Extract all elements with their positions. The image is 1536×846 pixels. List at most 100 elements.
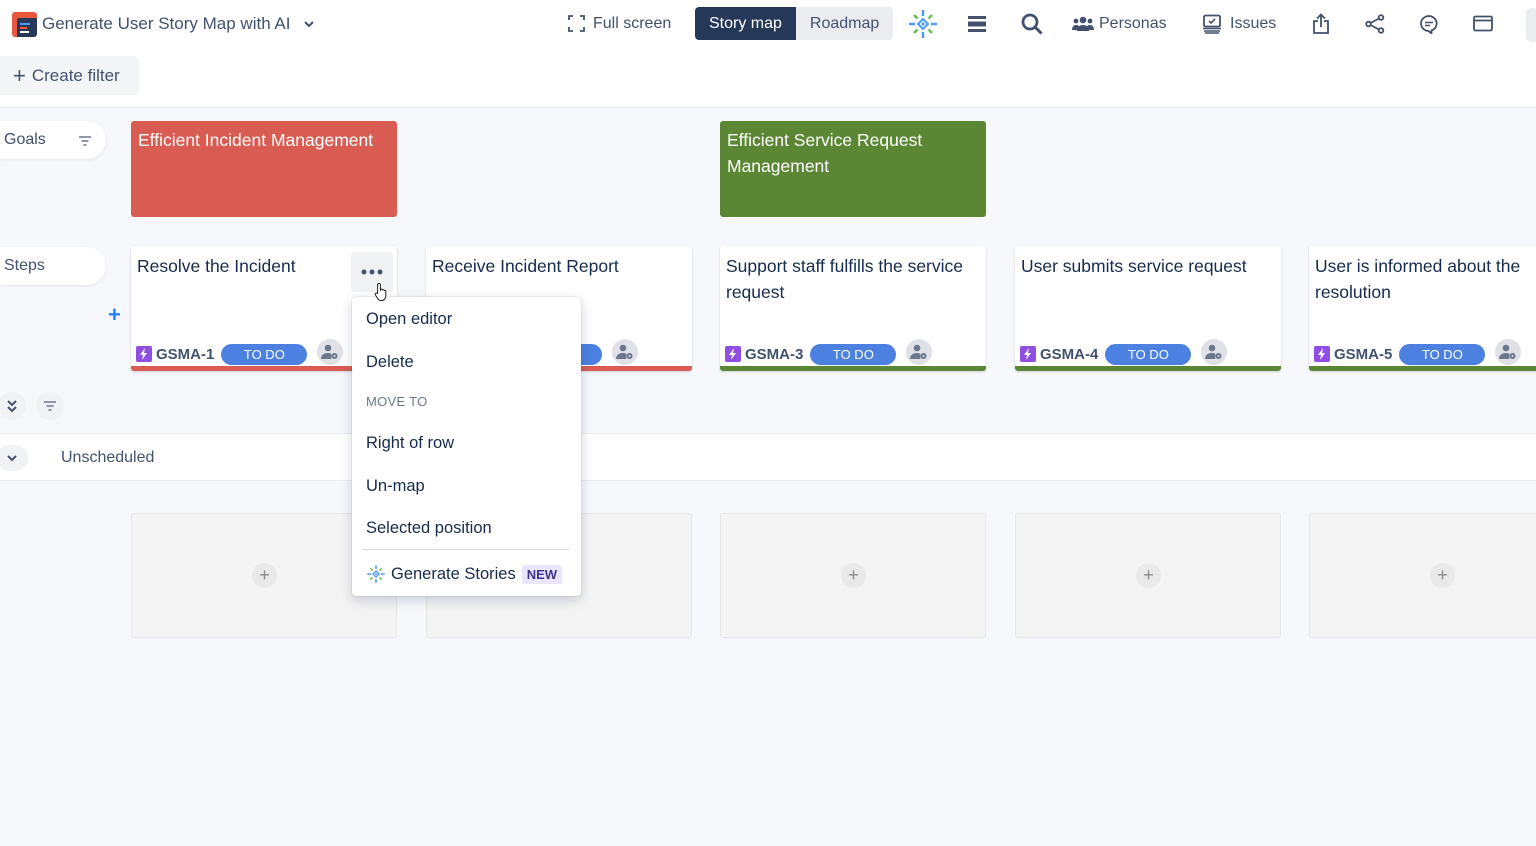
panel-button[interactable] bbox=[1473, 7, 1493, 40]
issue-key[interactable]: GSMA-3 bbox=[745, 346, 803, 363]
step-card[interactable]: User submits service request GSMA-4 TO D… bbox=[1015, 246, 1281, 371]
menu-divider bbox=[362, 549, 569, 550]
goal-title: Efficient Incident Management bbox=[138, 130, 374, 150]
view-switcher: Story map Roadmap bbox=[695, 7, 894, 40]
window-icon bbox=[1473, 15, 1493, 32]
fullscreen-label: Full screen bbox=[593, 14, 672, 32]
goal-color-bar bbox=[1015, 366, 1281, 371]
search-button[interactable] bbox=[1020, 7, 1044, 40]
user-settings-icon bbox=[910, 344, 927, 359]
add-step-button[interactable]: + bbox=[108, 303, 121, 327]
menu-item-generate-stories[interactable]: Generate Stories NEW bbox=[366, 564, 563, 584]
menu-item-unmap[interactable]: Un-map bbox=[366, 477, 425, 496]
empty-story-slot: + bbox=[1015, 513, 1281, 638]
goal-color-bar bbox=[1309, 366, 1536, 371]
assignee-avatar[interactable] bbox=[906, 339, 932, 365]
assignee-avatar[interactable] bbox=[317, 339, 343, 365]
menu-item-delete[interactable]: Delete bbox=[366, 353, 414, 372]
goals-label: Goals bbox=[4, 131, 46, 148]
export-button[interactable] bbox=[1312, 7, 1330, 40]
share-button[interactable] bbox=[1365, 7, 1385, 40]
add-story-button[interactable]: + bbox=[1136, 563, 1161, 588]
filter-icon bbox=[44, 401, 56, 411]
status-badge[interactable]: TO DO bbox=[1399, 343, 1486, 365]
tab-roadmap[interactable]: Roadmap bbox=[796, 7, 893, 40]
assignee-avatar[interactable] bbox=[1495, 339, 1521, 365]
add-story-button[interactable]: + bbox=[1430, 563, 1455, 588]
epic-type-icon bbox=[1020, 346, 1036, 362]
generate-stories-label: Generate Stories bbox=[391, 564, 516, 583]
add-story-button[interactable]: + bbox=[841, 563, 866, 588]
create-filter-label: Create filter bbox=[31, 65, 120, 85]
goal-color-bar bbox=[720, 366, 986, 371]
step-card[interactable]: Support staff fulfills the service reque… bbox=[720, 246, 986, 371]
share-export-icon bbox=[1313, 12, 1329, 34]
comment-icon bbox=[1420, 14, 1438, 34]
issue-key[interactable]: GSMA-5 bbox=[1334, 346, 1392, 363]
user-settings-icon bbox=[1499, 344, 1516, 359]
menu-section-move-to: MOVE TO bbox=[366, 394, 428, 409]
tab-story-map[interactable]: Story map bbox=[695, 7, 796, 40]
issues-label: Issues bbox=[1230, 14, 1277, 32]
goal-card[interactable]: Efficient Service Request Management bbox=[720, 121, 986, 217]
plus-icon: + bbox=[13, 62, 26, 88]
menu-item-open-editor[interactable]: Open editor bbox=[366, 310, 452, 329]
fullscreen-icon bbox=[568, 15, 585, 32]
release-filter-button[interactable] bbox=[36, 392, 64, 420]
double-chevron-down-icon bbox=[7, 400, 17, 413]
step-title: User submits service request bbox=[1021, 256, 1247, 276]
empty-story-slot: + bbox=[720, 513, 986, 638]
personas-icon bbox=[1072, 16, 1094, 31]
epic-type-icon bbox=[725, 346, 741, 362]
epic-type-icon bbox=[1314, 346, 1330, 362]
issues-button[interactable]: Issues bbox=[1202, 7, 1276, 40]
step-card[interactable]: User is informed about the resolution GS… bbox=[1309, 246, 1536, 371]
goal-card[interactable]: Efficient Incident Management bbox=[131, 121, 397, 217]
step-title: User is informed about the resolution bbox=[1315, 256, 1521, 302]
user-settings-icon bbox=[1205, 344, 1222, 359]
menu-item-right-of-row[interactable]: Right of row bbox=[366, 434, 454, 453]
release-row: Unscheduled bbox=[0, 433, 1536, 481]
assignee-avatar[interactable] bbox=[612, 339, 638, 365]
top-header: Generate User Story Map with AI + Create… bbox=[0, 0, 1536, 108]
fullscreen-button[interactable]: Full screen bbox=[568, 7, 671, 40]
issue-key[interactable]: GSMA-4 bbox=[1040, 346, 1098, 363]
personas-label: Personas bbox=[1099, 14, 1167, 32]
more-horizontal-icon bbox=[361, 269, 383, 275]
new-badge: NEW bbox=[521, 564, 563, 584]
share-icon bbox=[1365, 13, 1385, 34]
collapse-all-button[interactable] bbox=[0, 392, 26, 420]
status-badge[interactable]: TO DO bbox=[1105, 343, 1192, 365]
user-settings-icon bbox=[321, 344, 338, 359]
assignee-avatar[interactable] bbox=[1201, 339, 1227, 365]
step-title: Receive Incident Report bbox=[432, 256, 619, 276]
goals-row-label: Goals bbox=[0, 121, 106, 159]
steps-row-label: Steps bbox=[0, 247, 106, 285]
add-story-button[interactable]: + bbox=[252, 563, 277, 588]
empty-story-slot: + bbox=[1309, 513, 1536, 638]
create-filter-button[interactable]: + Create filter bbox=[0, 56, 139, 95]
steps-label: Steps bbox=[4, 257, 45, 274]
personas-button[interactable]: Personas bbox=[1072, 7, 1167, 40]
goal-title: Efficient Service Request Management bbox=[727, 130, 923, 176]
status-badge[interactable]: TO DO bbox=[221, 343, 308, 365]
menu-item-selected-position[interactable]: Selected position bbox=[366, 519, 492, 538]
issues-icon bbox=[1203, 14, 1221, 34]
ai-sparkle-icon bbox=[367, 565, 385, 583]
step-context-menu: Open editor Delete MOVE TO Right of row … bbox=[352, 297, 581, 596]
status-badge[interactable]: TO DO bbox=[810, 343, 897, 365]
layout-menu-button[interactable] bbox=[967, 7, 987, 40]
filter-icon[interactable] bbox=[78, 135, 92, 147]
search-icon bbox=[1021, 13, 1043, 35]
ai-sparkle-icon bbox=[909, 9, 937, 38]
chevron-down-icon bbox=[7, 455, 17, 462]
hand-pointer-cursor-icon bbox=[374, 282, 387, 301]
comments-button[interactable] bbox=[1419, 7, 1439, 40]
issue-key[interactable]: GSMA-1 bbox=[156, 346, 214, 363]
release-name: Unscheduled bbox=[61, 449, 155, 466]
release-collapse-toggle[interactable] bbox=[0, 445, 28, 471]
side-panel-handle[interactable] bbox=[1526, 8, 1536, 42]
user-settings-icon bbox=[616, 344, 633, 359]
ai-button[interactable] bbox=[907, 7, 939, 40]
step-title: Support staff fulfills the service reque… bbox=[726, 256, 964, 302]
